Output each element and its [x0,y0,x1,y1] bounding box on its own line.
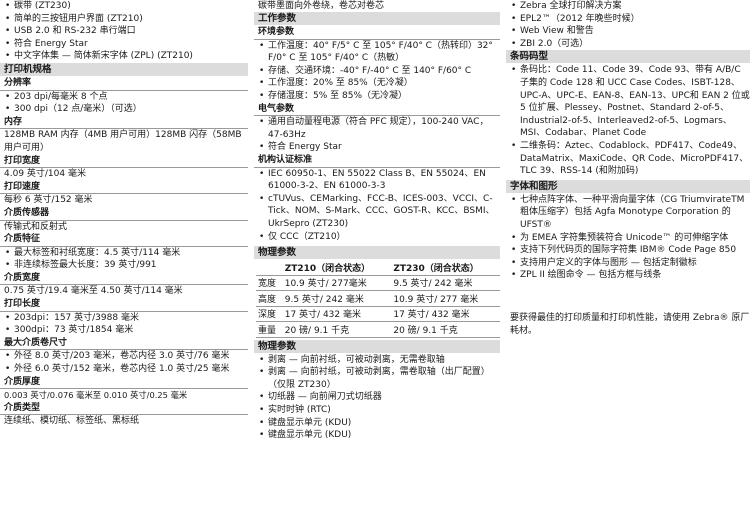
option-item: 实时时钟 (RTC) [254,404,500,417]
subheading-environment: 环境参数 [254,26,500,40]
column-right: Zebra 全球打印解决方案 EPL2™（2012 年晚些时候） Web Vie… [506,0,750,338]
table-cell: 10.9 英寸/ 277毫米 [282,275,392,292]
option-item: 剥离 — 向前衬纸，可被动剥离，无需卷取轴 [254,354,500,367]
table-cell: 17 英寸/ 432 毫米 [282,306,392,323]
table-header-cell: ZT230（闭合状态） [391,260,500,276]
table-row: 深度 17 英寸/ 432 毫米 17 英寸/ 432 毫米 [256,306,500,323]
table-cell: 20 磅/ 9.1 千克 [391,321,500,338]
feature-bullet: 中文字体集 — 简体新宋字体 (ZPL) (ZT210) [0,50,248,63]
table-header-row: ZT210（闭合状态） ZT230（闭合状态） [256,260,500,276]
spec-item: 300dpi：73 英寸/1854 毫米 [0,324,248,337]
subheading-print-speed: 打印速度 [0,181,248,195]
table-cell: 9.5 英寸/ 242 毫米 [391,275,500,292]
spec-item: ZPL II 绘图命令 — 包括方框与线条 [506,269,750,282]
section-header-physical: 物理参数 [254,246,500,260]
spec-item: 支持下列代码页的国际字符集 IBM® Code Page 850 [506,244,750,257]
option-item: 键盘显示单元 (KDU) [254,429,500,442]
spec-item: 通用自动量程电源（符合 PFC 规定），100-240 VAC，47-63Hz [254,116,500,141]
spec-item: 外径 6.0 英寸/152 毫米，卷芯内径 1.0 英寸/25 毫米 [0,363,248,376]
feature-bullet: Zebra 全球打印解决方案 [506,0,750,13]
spec-item: 为 EMEA 字符集预装符合 Unicode™ 的可伸缩字体 [506,232,750,245]
table-cell: 高度 [256,290,283,307]
spec-text: 128MB RAM 内存（4MB 用户可用）128MB 闪存（58MB 用户可用… [4,130,242,153]
column-middle: 碳带墨面向外卷绕，卷芯对卷芯 工作参数 环境参数 工作温度：40° F/5° C… [254,0,500,442]
supplies-note: 要获得最佳的打印质量和打印机性能，请使用 Zebra® 原厂耗材。 [510,312,750,336]
subheading-media-sensor: 介质传感器 [0,207,248,221]
option-item: 切纸器 — 向前闸刀式切纸器 [254,391,500,404]
table-row: 宽度 10.9 英寸/ 277毫米 9.5 英寸/ 242 毫米 [256,275,500,292]
spec-text: 4.09 英寸/104 毫米 [4,169,86,180]
table-cell: 重量 [256,321,283,338]
table-header-cell [256,260,283,276]
spec-item: 非连续标签最大长度：39 英寸/991 [0,259,248,272]
spec-item: 203 dpi/每毫米 8 个点 [0,91,248,104]
table-row: 重量 20 磅/ 9.1 千克 20 磅/ 9.1 千克 [256,321,500,338]
section-header-printer-specs: 打印机规格 [0,62,248,76]
feature-bullet: 碳带 (ZT230) [0,0,248,13]
spec-item: 七种点阵字体、一种平滑向量字体（CG TriumvirateTM 粗体压缩字）包… [506,194,750,232]
subheading-media-width: 介质宽度 [0,272,248,286]
table-cell: 20 磅/ 9.1 千克 [282,321,392,338]
section-header-options: 物理参数 [254,339,500,353]
section-header-fonts: 字体和图形 [506,179,750,193]
spec-item: 存储、交通环境：-40° F/-40° C 至 140° F/60° C [254,65,500,78]
continued-text: 碳带墨面向外卷绕，卷芯对卷芯 [258,1,385,11]
spec-item: 条码比：Code 11、Code 39、Code 93、带有 A/B/C 子集的… [506,64,750,140]
spec-item: 300 dpi（12 点/毫米）（可选） [0,103,248,116]
table-cell: 10.9 英寸/ 277 毫米 [391,290,500,307]
feature-bullet: 符合 Energy Star [0,38,248,51]
spec-item: 存储湿度：5% 至 85%（无冷凝） [254,90,500,103]
spec-item: 工作湿度：20% 至 85%（无冷凝） [254,77,500,90]
subheading-memory: 内存 [0,116,248,130]
subheading-media-features: 介质特征 [0,233,248,247]
feature-bullet: USB 2.0 和 RS-232 串行端口 [0,25,248,38]
feature-bullet: EPL2™（2012 年晚些时候） [506,13,750,26]
spec-text: 传输式和反射式 [4,221,68,232]
feature-bullet: 简单的三按钮用户界面 (ZT210) [0,13,248,26]
feature-bullet: Web View 和警告 [506,25,750,38]
spec-item: 最大标签和衬纸宽度：4.5 英寸/114 毫米 [0,247,248,260]
subheading-media-type: 介质类型 [0,402,248,416]
subheading-max-roll: 最大介质卷尺寸 [0,337,248,351]
dimensions-table: ZT210（闭合状态） ZT230（闭合状态） 宽度 10.9 英寸/ 277毫… [256,260,500,338]
spec-text: 0.003 英寸/0.076 毫米至 0.010 英寸/0.25 毫米 [4,390,188,401]
table-cell: 宽度 [256,275,283,292]
spec-text: 每秒 6 英寸/152 毫米 [4,195,93,206]
subheading-print-length: 打印长度 [0,298,248,312]
table-row: 高度 9.5 英寸/ 242 毫米 10.9 英寸/ 277 毫米 [256,290,500,307]
spec-text: 连续纸、模切纸、标签纸、黑标纸 [4,416,140,427]
subheading-media-thickness: 介质厚度 [0,376,248,390]
spec-item: 符合 Energy Star [254,141,500,154]
option-item: 剥离 — 向前衬纸，可被动剥离，需卷取轴（出厂配置）（仅限 ZT230） [254,366,500,391]
subheading-certifications: 机构认证标准 [254,154,500,168]
table-cell: 深度 [256,306,283,323]
spec-item: IEC 60950-1、EN 55022 Class B、EN 55024、EN… [254,168,500,193]
section-header-operating: 工作参数 [254,12,500,25]
table-cell: 9.5 英寸/ 242 毫米 [282,290,392,307]
table-header-cell: ZT210（闭合状态） [282,260,392,276]
option-item: 键盘显示单元 (KDU) [254,417,500,430]
subheading-electrical: 电气参数 [254,103,500,117]
subheading-print-width: 打印宽度 [0,155,248,169]
spec-item: 工作温度：40° F/5° C 至 105° F/40° C（热转印）32° F… [254,40,500,65]
spec-text: 0.75 英寸/19.4 毫米至 4.50 英寸/114 毫米 [4,286,183,297]
table-cell: 17 英寸/ 432 毫米 [391,306,500,323]
feature-bullet: ZBI 2.0（可选） [506,38,750,51]
spec-item: 203dpi：157 英寸/3988 毫米 [0,312,248,325]
spec-item: 支持用户定义的字体与图形 — 包括定制徽标 [506,257,750,270]
spec-item: 外径 8.0 英寸/203 毫米，卷芯内径 3.0 英寸/76 毫米 [0,350,248,363]
subheading-resolution: 分辨率 [0,77,248,91]
spec-item: 二维条码：Aztec、Codablock、PDF417、Code49、DataM… [506,140,750,178]
section-header-barcodes: 条码码型 [506,50,750,64]
column-left: 碳带 (ZT230) 简单的三按钮用户界面 (ZT210) USB 2.0 和 … [0,0,248,428]
spec-item: 仅 CCC（ZT210） [254,231,500,244]
spec-item: cTUVus、CEMarking、FCC-B、ICES-003、VCCI、C-T… [254,193,500,231]
spec-sheet-page: 碳带 (ZT230) 简单的三按钮用户界面 (ZT210) USB 2.0 和 … [0,0,750,513]
